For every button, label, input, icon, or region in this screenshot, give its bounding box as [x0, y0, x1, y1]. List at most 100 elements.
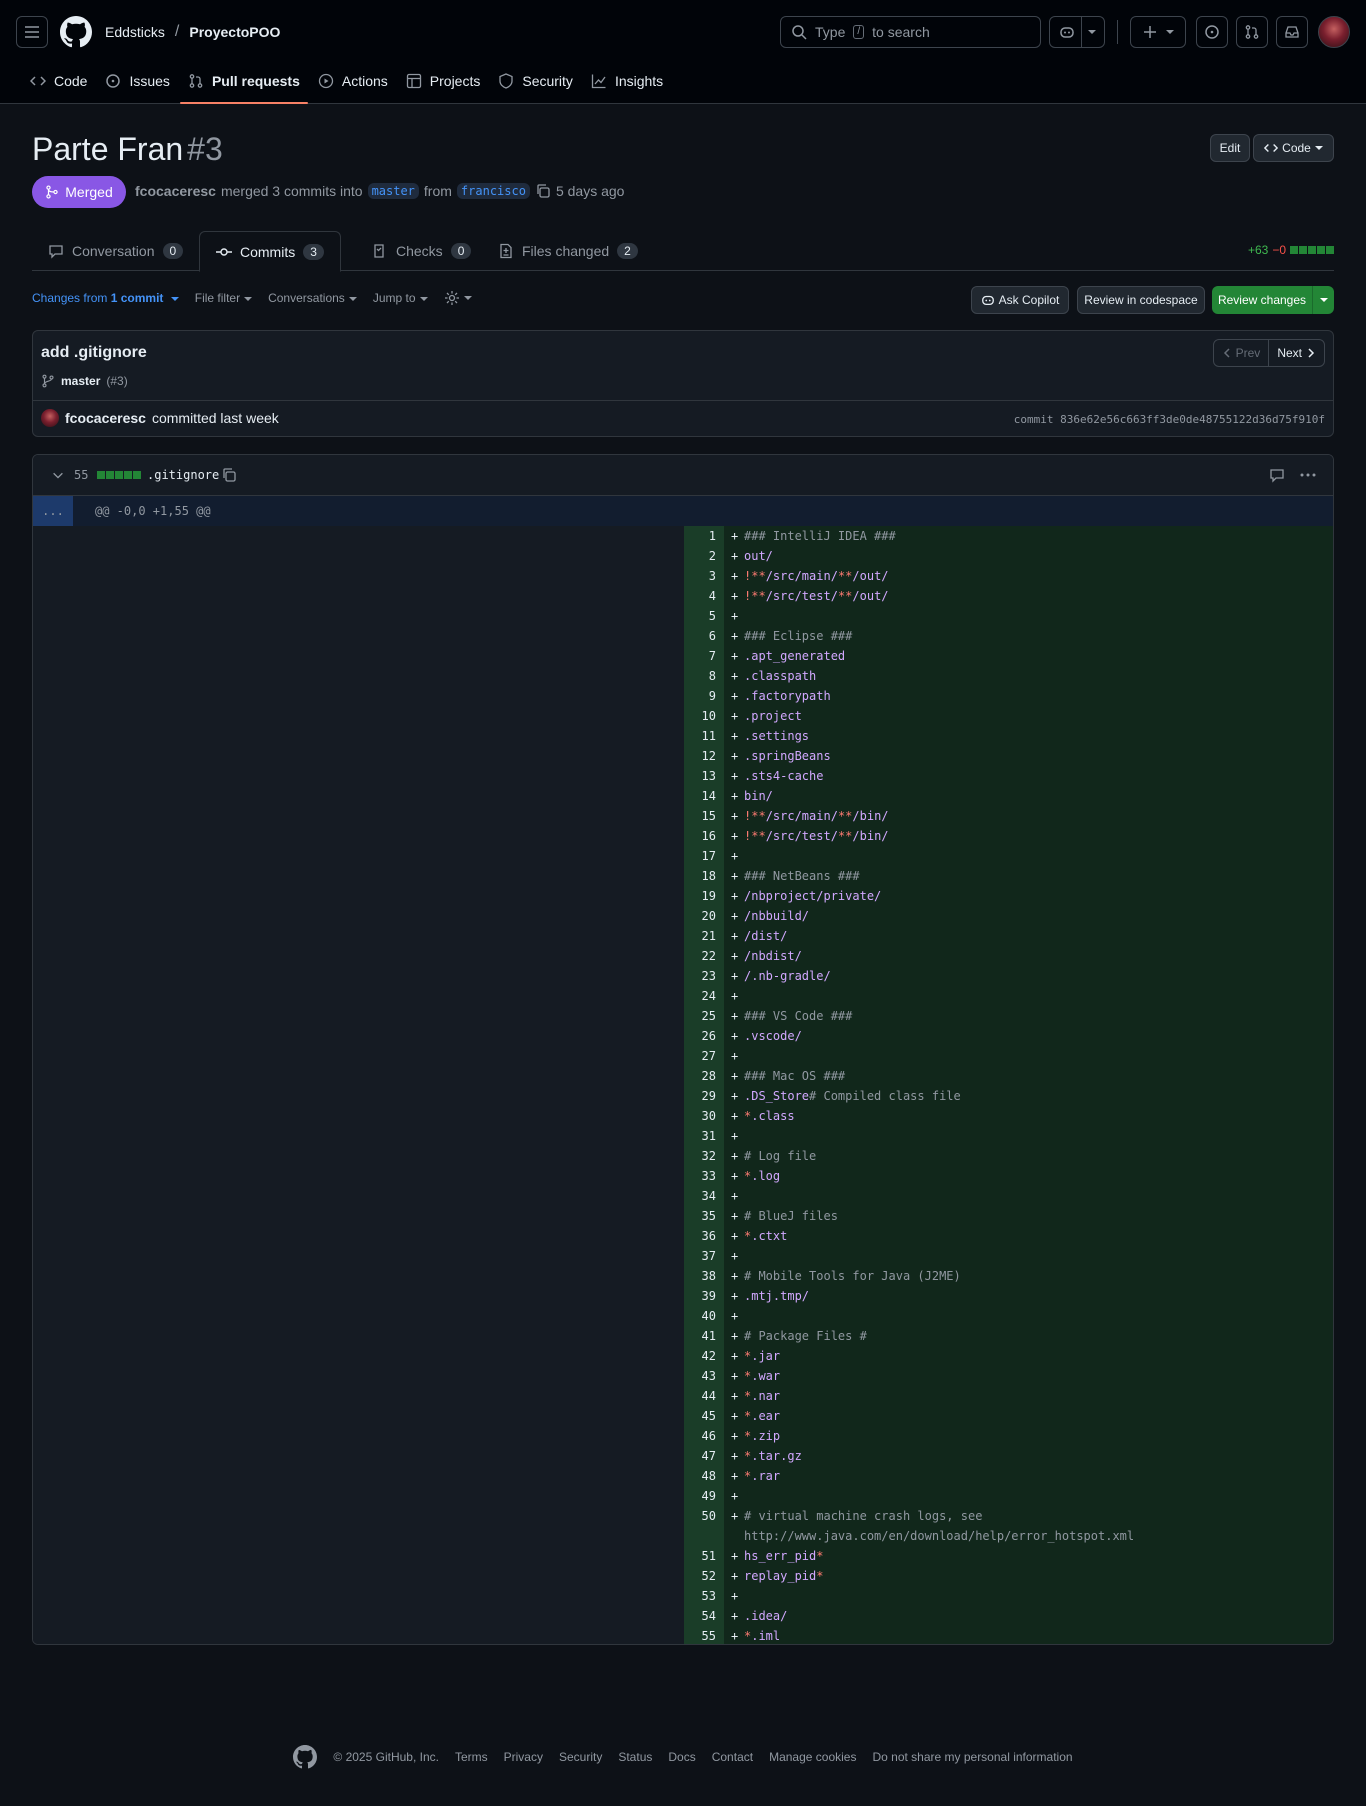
line-number[interactable]: 55	[684, 1626, 724, 1644]
comment-icon[interactable]	[1269, 467, 1285, 483]
repo-nav-issues[interactable]: Issues	[97, 66, 177, 96]
pull-requests-shortcut-button[interactable]	[1236, 16, 1268, 48]
footer-link[interactable]: Contact	[712, 1750, 753, 1764]
line-number[interactable]: 36	[684, 1226, 724, 1246]
create-new-button[interactable]	[1130, 16, 1186, 48]
line-number[interactable]: 20	[684, 906, 724, 926]
line-number[interactable]: 31	[684, 1126, 724, 1146]
line-number[interactable]: 8	[684, 666, 724, 686]
footer-link[interactable]: Do not share my personal information	[872, 1750, 1072, 1764]
jump-to-dropdown[interactable]: Jump to	[373, 291, 428, 305]
line-number[interactable]: 16	[684, 826, 724, 846]
kebab-horizontal-icon[interactable]	[1299, 467, 1317, 483]
line-number[interactable]: 42	[684, 1346, 724, 1366]
file-filter-dropdown[interactable]: File filter	[195, 291, 252, 305]
search-input[interactable]: Type / to search	[780, 16, 1041, 48]
line-number[interactable]: 29	[684, 1086, 724, 1106]
line-number[interactable]: 37	[684, 1246, 724, 1266]
footer-link[interactable]: Status	[618, 1750, 652, 1764]
changes-from-dropdown[interactable]: Changes from 1 commit	[32, 291, 179, 305]
line-number[interactable]: 19	[684, 886, 724, 906]
base-branch[interactable]: master	[367, 183, 419, 199]
line-number[interactable]: 49	[684, 1486, 724, 1506]
line-number[interactable]: 10	[684, 706, 724, 726]
line-number[interactable]: 39	[684, 1286, 724, 1306]
line-number[interactable]: 13	[684, 766, 724, 786]
line-number[interactable]: 4	[684, 586, 724, 606]
line-number[interactable]: 24	[684, 986, 724, 1006]
line-number[interactable]: 5	[684, 606, 724, 626]
repo-nav-projects[interactable]: Projects	[398, 66, 489, 96]
line-number[interactable]: 40	[684, 1306, 724, 1326]
github-logo-icon[interactable]	[60, 16, 92, 48]
line-number[interactable]: 47	[684, 1446, 724, 1466]
line-number[interactable]: 44	[684, 1386, 724, 1406]
line-number[interactable]: 2	[684, 546, 724, 566]
line-number[interactable]: 30	[684, 1106, 724, 1126]
footer-link[interactable]: Terms	[455, 1750, 488, 1764]
github-logo-icon[interactable]	[293, 1745, 318, 1769]
line-number[interactable]: 54	[684, 1606, 724, 1626]
line-number[interactable]: 32	[684, 1146, 724, 1166]
repo-nav-security[interactable]: Security	[490, 66, 581, 96]
line-number[interactable]: 6	[684, 626, 724, 646]
tab-commits[interactable]: Commits 3	[199, 231, 341, 272]
line-number[interactable]: 34	[684, 1186, 724, 1206]
repo-nav-pull-requests[interactable]: Pull requests	[179, 66, 308, 104]
footer-link[interactable]: Privacy	[504, 1750, 543, 1764]
ask-copilot-button[interactable]: Ask Copilot	[971, 286, 1069, 314]
line-number[interactable]: 51	[684, 1546, 724, 1566]
line-number[interactable]: 18	[684, 866, 724, 886]
menu-icon[interactable]	[16, 16, 48, 48]
expand-hunk-button[interactable]: ...	[33, 496, 73, 526]
line-number[interactable]: 7	[684, 646, 724, 666]
line-number[interactable]: 33	[684, 1166, 724, 1186]
commit-branch-name[interactable]: master	[61, 374, 100, 388]
repo-nav-actions[interactable]: Actions	[310, 66, 396, 96]
line-number[interactable]: 12	[684, 746, 724, 766]
line-number[interactable]: 27	[684, 1046, 724, 1066]
line-number[interactable]: 43	[684, 1366, 724, 1386]
line-number[interactable]: 48	[684, 1466, 724, 1486]
code-dropdown-button[interactable]: Code	[1253, 134, 1334, 162]
pr-author-link[interactable]: fcocaceresc	[135, 183, 216, 199]
line-number[interactable]: 46	[684, 1426, 724, 1446]
inbox-button[interactable]	[1276, 16, 1308, 48]
file-name[interactable]: .gitignore	[147, 468, 219, 482]
repo-nav-insights[interactable]: Insights	[583, 66, 671, 96]
line-number[interactable]: 22	[684, 946, 724, 966]
tab-files-changed[interactable]: Files changed 2	[482, 231, 654, 271]
tab-conversation[interactable]: Conversation 0	[32, 231, 199, 271]
line-number[interactable]: 53	[684, 1586, 724, 1606]
line-number[interactable]: 23	[684, 966, 724, 986]
chevron-down-icon[interactable]	[51, 468, 65, 482]
commit-pr-ref[interactable]: (#3)	[106, 374, 127, 388]
issues-shortcut-button[interactable]	[1196, 16, 1228, 48]
review-in-codespace-button[interactable]: Review in codespace	[1077, 286, 1205, 314]
line-number[interactable]: 25	[684, 1006, 724, 1026]
next-commit-button[interactable]: Next	[1269, 340, 1324, 366]
line-number[interactable]: 21	[684, 926, 724, 946]
line-number[interactable]: 35	[684, 1206, 724, 1226]
line-number[interactable]: 15	[684, 806, 724, 826]
commit-author-name[interactable]: fcocaceresc	[65, 410, 146, 426]
footer-link[interactable]: Security	[559, 1750, 602, 1764]
line-number[interactable]: 11	[684, 726, 724, 746]
footer-link[interactable]: Docs	[668, 1750, 695, 1764]
user-avatar[interactable]	[1318, 16, 1350, 48]
line-number[interactable]: 9	[684, 686, 724, 706]
tab-checks[interactable]: Checks 0	[356, 231, 487, 271]
copy-icon[interactable]	[535, 183, 551, 199]
copy-icon[interactable]	[221, 467, 237, 483]
conversations-dropdown[interactable]: Conversations	[268, 291, 357, 305]
diff-settings-dropdown[interactable]	[444, 290, 472, 306]
line-number[interactable]: 14	[684, 786, 724, 806]
line-number[interactable]: 45	[684, 1406, 724, 1426]
line-number[interactable]: 17	[684, 846, 724, 866]
avatar[interactable]	[41, 409, 59, 427]
breadcrumb-owner[interactable]: Eddsticks	[105, 24, 165, 40]
review-changes-button[interactable]: Review changes	[1212, 286, 1334, 314]
footer-link[interactable]: Manage cookies	[769, 1750, 856, 1764]
breadcrumb-repo[interactable]: ProyectoPOO	[189, 24, 280, 40]
prev-commit-button[interactable]: Prev	[1214, 340, 1270, 366]
